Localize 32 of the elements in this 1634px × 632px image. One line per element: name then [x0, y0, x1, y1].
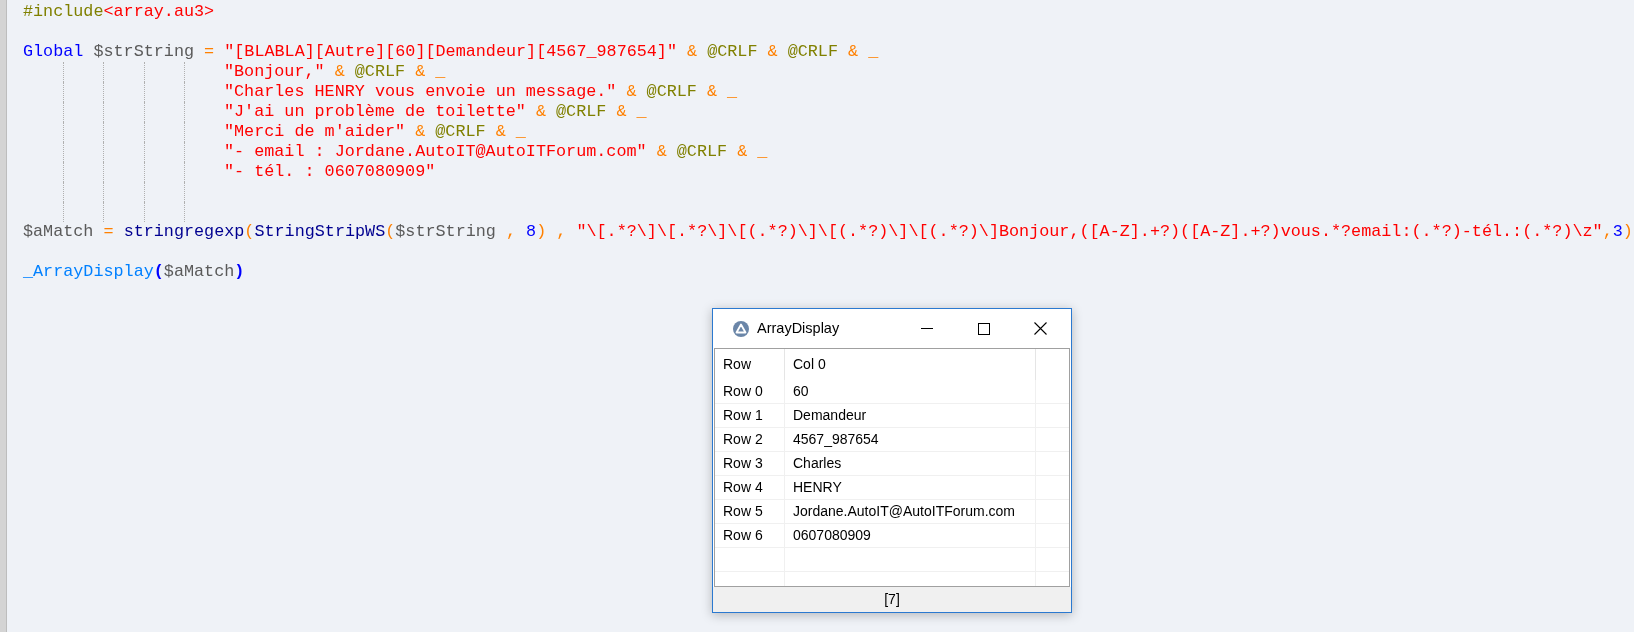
- status-bar: [7]: [713, 587, 1071, 612]
- row-header: Row 6: [715, 524, 785, 547]
- code-line: "- email : Jordane.AutoIT@AutoITForum.com" & @CRLF & _: [224, 142, 768, 161]
- row-header: Row 4: [715, 476, 785, 499]
- table-cell: HENRY: [785, 476, 1036, 499]
- code-line: "Bonjour," & @CRLF & _: [224, 62, 446, 81]
- minimize-icon: [920, 328, 933, 329]
- table-cell: Charles: [785, 452, 1036, 475]
- maximize-icon: [977, 322, 990, 335]
- code-line: Global $strString = "[BLABLA][Autre][60][Demandeur][4567_987654]" & @CRLF & @CRLF & _: [23, 42, 879, 61]
- code-line: #include<array.au3>: [23, 2, 215, 21]
- row-header: Row 5: [715, 500, 785, 523]
- row-header: Row 2: [715, 428, 785, 451]
- column-header[interactable]: Row: [715, 349, 785, 380]
- close-icon: [1034, 322, 1047, 335]
- code-line: $aMatch = stringregexp(StringStripWS($strString , 8) , "\[.*?\]\[.*?\]\[(.*?)\]\[(.*?)\]\[(.*?)\]Bonjour,([A-Z].+?)([A-Z].+?)vous.*?email:(.*?)-tél.:(.*?)\z",3): [23, 222, 1633, 241]
- logo-icon: [733, 320, 749, 337]
- code-line: "Charles HENRY vous envoie un message." & @CRLF & _: [224, 82, 738, 101]
- table-cell: 4567_987654: [785, 428, 1036, 451]
- window-title: ArrayDisplay: [757, 318, 840, 338]
- code-line: _ArrayDisplay($aMatch): [23, 262, 245, 281]
- code-line: "- tél. : 0607080909": [224, 162, 436, 181]
- table-cell: 60: [785, 380, 1036, 403]
- code-line: "Merci de m'aider" & @CRLF & _: [224, 122, 526, 141]
- code-line: "J'ai un problème de toilette" & @CRLF & _: [224, 102, 647, 121]
- row-header: Row 1: [715, 404, 785, 427]
- table-cell: 0607080909: [785, 524, 1036, 547]
- row-header: Row 0: [715, 380, 785, 403]
- table-cell: Jordane.AutoIT@AutoITForum.com: [785, 500, 1036, 523]
- row-header: Row 3: [715, 452, 785, 475]
- table-cell: Demandeur: [785, 404, 1036, 427]
- column-header[interactable]: Col 0: [785, 349, 1036, 380]
